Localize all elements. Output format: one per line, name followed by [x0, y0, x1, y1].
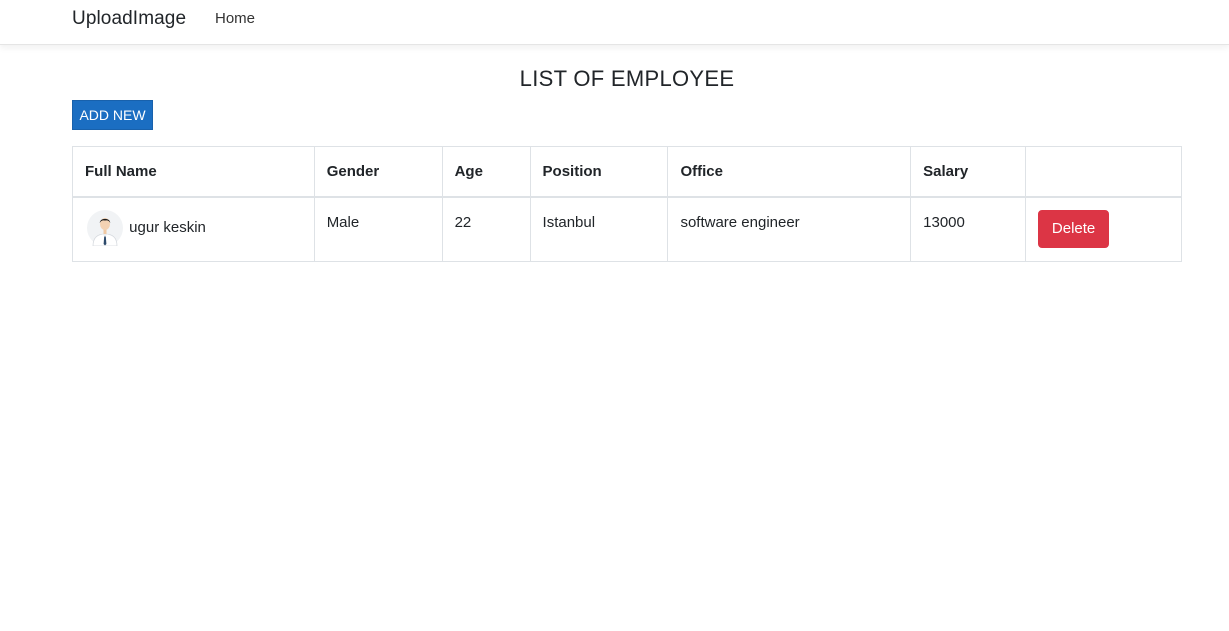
- add-new-button[interactable]: ADD NEW: [72, 100, 153, 130]
- column-header-salary: Salary: [910, 146, 1027, 198]
- top-navbar: UploadImage Home: [0, 0, 1229, 45]
- column-header-office: Office: [667, 146, 912, 198]
- column-header-position: Position: [529, 146, 669, 198]
- nav-link-home[interactable]: Home: [215, 10, 255, 27]
- cell-salary: 13000: [910, 196, 1027, 262]
- person-avatar-icon: [87, 209, 123, 246]
- cell-position: Istanbul: [529, 196, 669, 262]
- page-title: LIST OF EMPLOYEE: [519, 66, 735, 91]
- cell-full-name: ugur keskin: [72, 196, 315, 262]
- employee-table: Full Name Gender Age Position Office Sal…: [72, 146, 1182, 262]
- column-header-age: Age: [441, 146, 531, 198]
- cell-office: software engineer: [667, 196, 912, 262]
- employee-full-name: ugur keskin: [129, 219, 206, 236]
- column-header-full-name: Full Name: [72, 146, 315, 198]
- cell-gender: Male: [313, 196, 443, 262]
- delete-button[interactable]: Delete: [1038, 209, 1110, 248]
- cell-actions: Delete: [1025, 196, 1182, 262]
- brand-link[interactable]: UploadImage: [72, 8, 186, 30]
- column-header-gender: Gender: [313, 146, 443, 198]
- table-header-row: Full Name Gender Age Position Office Sal…: [72, 146, 1182, 198]
- table-row: ugur keskin Male 22 Istanbul software en…: [72, 196, 1182, 262]
- cell-age: 22: [441, 196, 531, 262]
- column-header-actions: [1025, 146, 1182, 198]
